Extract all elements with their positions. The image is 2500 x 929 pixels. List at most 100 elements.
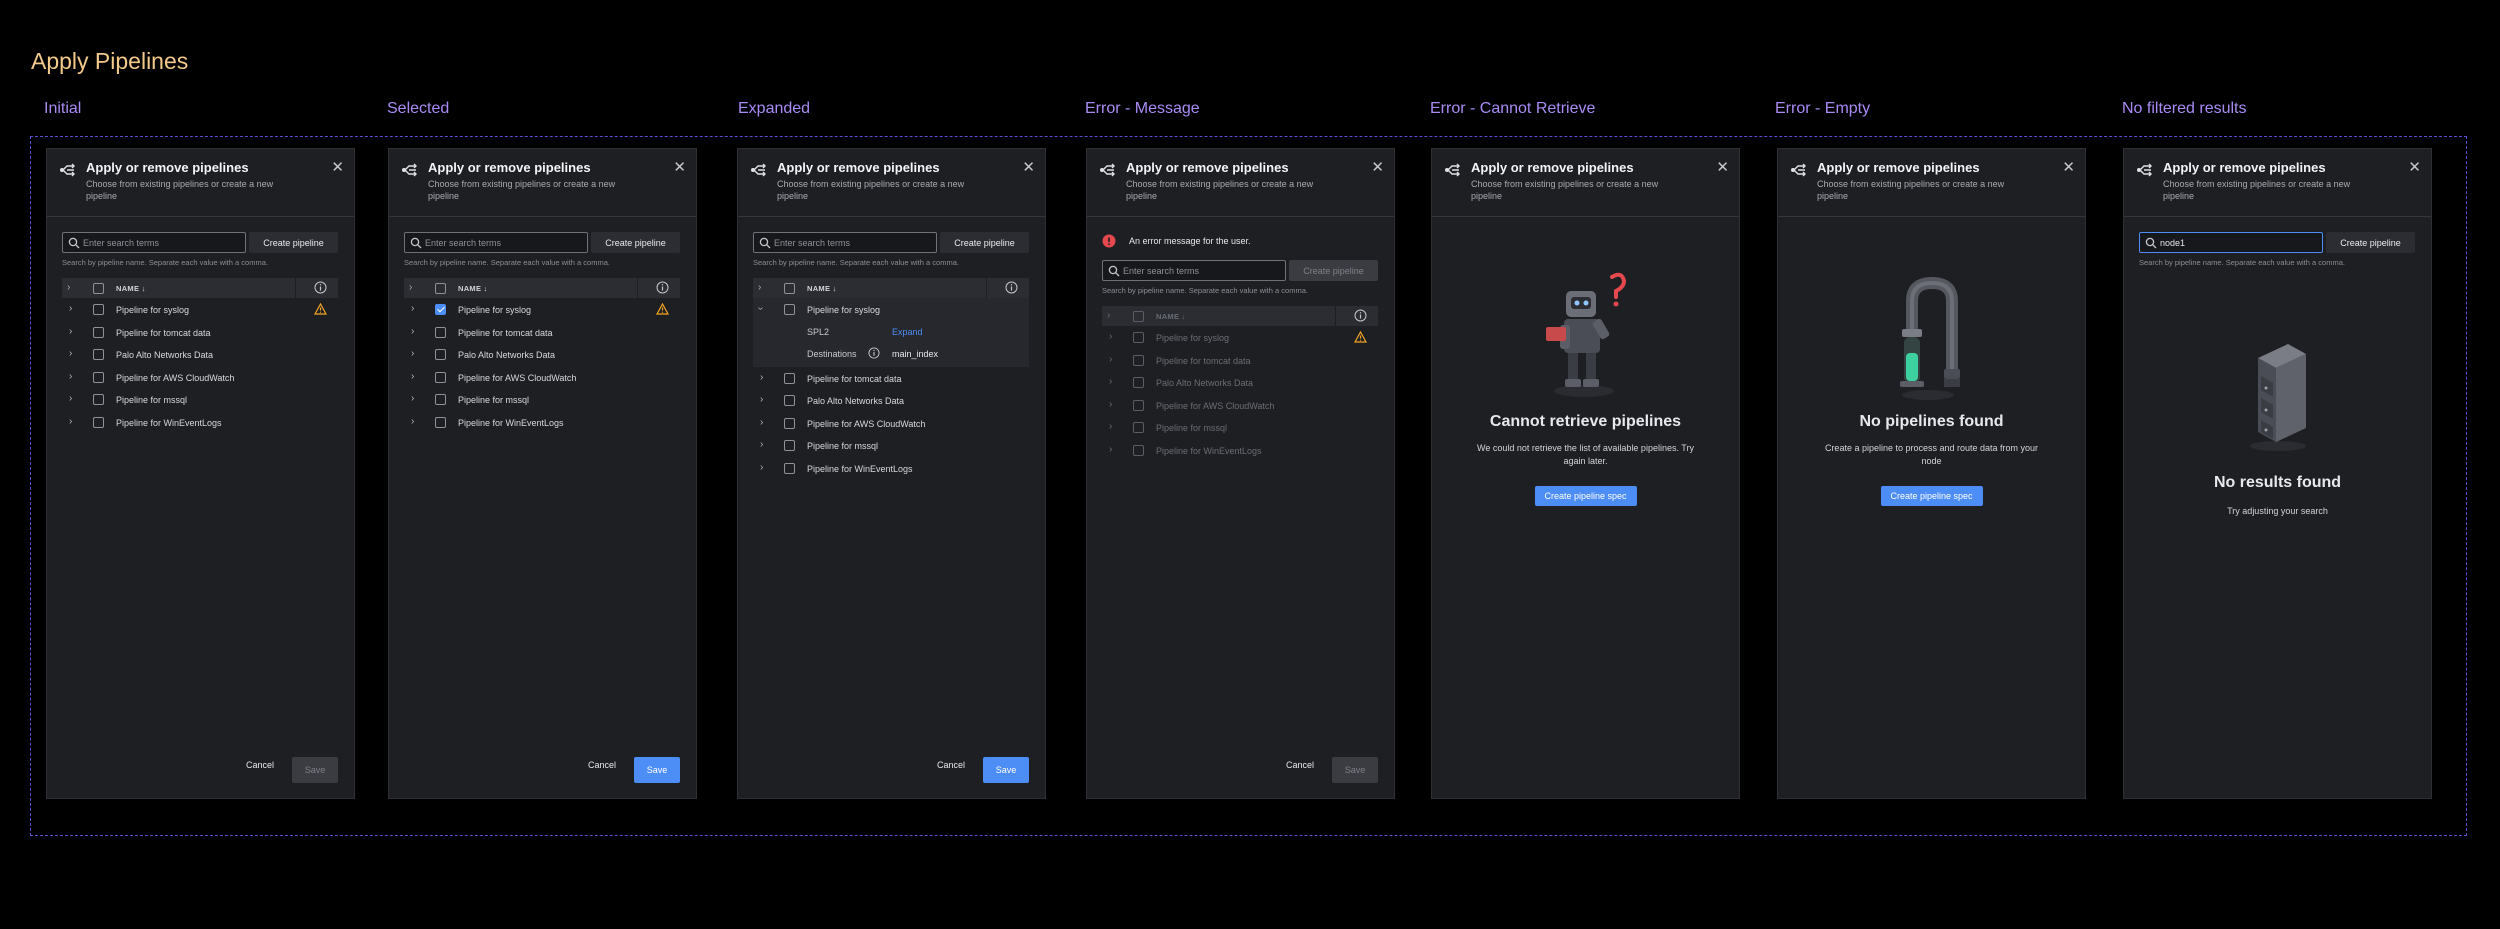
row-checkbox[interactable] <box>1133 444 1144 456</box>
search-input[interactable] <box>2160 235 2320 250</box>
cancel-button[interactable]: Cancel <box>246 752 274 778</box>
name-column-header[interactable]: NAME ↓ <box>1156 312 1186 321</box>
info-icon[interactable] <box>1354 309 1367 322</box>
table-row[interactable]: › Palo Alto Networks Data <box>1102 371 1378 394</box>
table-row[interactable]: › Pipeline for syslog <box>404 298 680 321</box>
row-checkbox[interactable] <box>93 394 104 405</box>
info-icon[interactable] <box>656 281 669 294</box>
row-checkbox[interactable] <box>784 417 795 429</box>
info-icon[interactable] <box>314 281 327 294</box>
chevron-right-icon[interactable]: › <box>69 326 72 337</box>
close-icon[interactable]: ✕ <box>1022 158 1035 176</box>
chevron-down-icon[interactable]: › <box>755 307 766 310</box>
row-checkbox[interactable] <box>1133 354 1144 366</box>
cancel-button[interactable]: Cancel <box>588 752 616 778</box>
name-column-header[interactable]: NAME ↓ <box>116 284 146 293</box>
chevron-right-icon[interactable]: › <box>411 348 414 359</box>
create-pipeline-button[interactable]: Create pipeline <box>1289 260 1378 281</box>
save-button[interactable]: Save <box>292 757 338 783</box>
row-checkbox[interactable] <box>435 326 446 338</box>
table-row[interactable]: › Pipeline for WinEventLogs <box>404 411 680 434</box>
chevron-right-icon[interactable]: › <box>69 371 72 382</box>
chevron-right-icon[interactable]: › <box>1109 399 1112 410</box>
table-row[interactable]: › Pipeline for AWS CloudWatch <box>753 412 1029 435</box>
cancel-button[interactable]: Cancel <box>937 752 965 778</box>
close-icon[interactable]: ✕ <box>1371 158 1384 176</box>
table-row[interactable]: › Pipeline for AWS CloudWatch <box>1102 394 1378 417</box>
table-row[interactable]: › Pipeline for mssql <box>1102 416 1378 439</box>
expand-all-icon[interactable]: › <box>67 282 70 293</box>
close-icon[interactable]: ✕ <box>331 158 344 176</box>
table-row[interactable]: › Pipeline for tomcat data <box>1102 349 1378 372</box>
table-row[interactable]: › Pipeline for AWS CloudWatch <box>62 366 338 389</box>
table-row[interactable]: › Pipeline for mssql <box>62 388 338 411</box>
create-pipeline-spec-button[interactable]: Create pipeline spec <box>1534 486 1637 506</box>
row-checkbox[interactable] <box>93 326 104 338</box>
chevron-right-icon[interactable]: › <box>760 394 763 405</box>
row-checkbox[interactable] <box>93 416 104 428</box>
create-pipeline-button[interactable]: Create pipeline <box>2326 232 2415 253</box>
chevron-right-icon[interactable]: › <box>760 417 763 428</box>
row-checkbox[interactable] <box>435 416 446 428</box>
chevron-right-icon[interactable]: › <box>69 393 72 404</box>
chevron-right-icon[interactable]: › <box>760 439 763 450</box>
create-pipeline-button[interactable]: Create pipeline <box>940 232 1029 253</box>
chevron-right-icon[interactable]: › <box>69 348 72 359</box>
chevron-right-icon[interactable]: › <box>411 326 414 337</box>
table-row[interactable]: › Pipeline for tomcat data <box>753 367 1029 390</box>
select-all-checkbox[interactable] <box>784 283 795 294</box>
save-button[interactable]: Save <box>1332 757 1378 783</box>
chevron-right-icon[interactable]: › <box>760 462 763 473</box>
table-row[interactable]: › Palo Alto Networks Data <box>404 343 680 366</box>
create-pipeline-spec-button[interactable]: Create pipeline spec <box>1880 486 1983 506</box>
create-pipeline-button[interactable]: Create pipeline <box>249 232 338 253</box>
name-column-header[interactable]: NAME ↓ <box>807 284 837 293</box>
table-row-expanded[interactable]: › Pipeline for syslog <box>753 298 1029 321</box>
table-row[interactable]: › Pipeline for syslog <box>1102 326 1378 349</box>
row-checkbox[interactable] <box>435 394 446 405</box>
row-checkbox[interactable] <box>93 304 104 315</box>
chevron-right-icon[interactable]: › <box>1109 376 1112 387</box>
row-checkbox[interactable] <box>1133 422 1144 433</box>
row-checkbox[interactable] <box>93 371 104 383</box>
info-icon[interactable] <box>1005 281 1018 294</box>
search-input[interactable] <box>83 235 243 250</box>
chevron-right-icon[interactable]: › <box>411 416 414 427</box>
name-column-header[interactable]: NAME ↓ <box>458 284 488 293</box>
create-pipeline-button[interactable]: Create pipeline <box>591 232 680 253</box>
table-row[interactable]: › Pipeline for mssql <box>753 434 1029 457</box>
close-icon[interactable]: ✕ <box>2062 158 2075 176</box>
save-button[interactable]: Save <box>634 757 680 783</box>
info-icon[interactable] <box>868 346 880 359</box>
row-checkbox[interactable] <box>1133 377 1144 388</box>
row-checkbox[interactable] <box>435 349 446 360</box>
search-input[interactable] <box>774 235 934 250</box>
row-checkbox[interactable] <box>1133 332 1144 343</box>
expand-all-icon[interactable]: › <box>1107 310 1110 321</box>
chevron-right-icon[interactable]: › <box>1109 421 1112 432</box>
table-row[interactable]: › Pipeline for tomcat data <box>404 321 680 344</box>
table-row[interactable]: › Pipeline for WinEventLogs <box>62 411 338 434</box>
save-button[interactable]: Save <box>983 757 1029 783</box>
expand-all-icon[interactable]: › <box>409 282 412 293</box>
close-icon[interactable]: ✕ <box>2408 158 2421 176</box>
row-checkbox-checked[interactable] <box>435 304 446 315</box>
row-checkbox[interactable] <box>784 462 795 474</box>
chevron-right-icon[interactable]: › <box>1109 331 1112 342</box>
chevron-right-icon[interactable]: › <box>411 303 414 314</box>
row-checkbox[interactable] <box>784 372 795 384</box>
row-checkbox[interactable] <box>1133 399 1144 411</box>
search-input[interactable] <box>1123 263 1283 278</box>
row-checkbox[interactable] <box>435 371 446 383</box>
select-all-checkbox[interactable] <box>93 283 104 294</box>
chevron-right-icon[interactable]: › <box>411 393 414 404</box>
table-row[interactable]: › Pipeline for tomcat data <box>62 321 338 344</box>
select-all-checkbox[interactable] <box>1133 311 1144 322</box>
search-input[interactable] <box>425 235 585 250</box>
table-row[interactable]: › Palo Alto Networks Data <box>753 389 1029 412</box>
close-icon[interactable]: ✕ <box>673 158 686 176</box>
chevron-right-icon[interactable]: › <box>69 416 72 427</box>
chevron-right-icon[interactable]: › <box>69 303 72 314</box>
chevron-right-icon[interactable]: › <box>1109 354 1112 365</box>
table-row[interactable]: › Pipeline for AWS CloudWatch <box>404 366 680 389</box>
